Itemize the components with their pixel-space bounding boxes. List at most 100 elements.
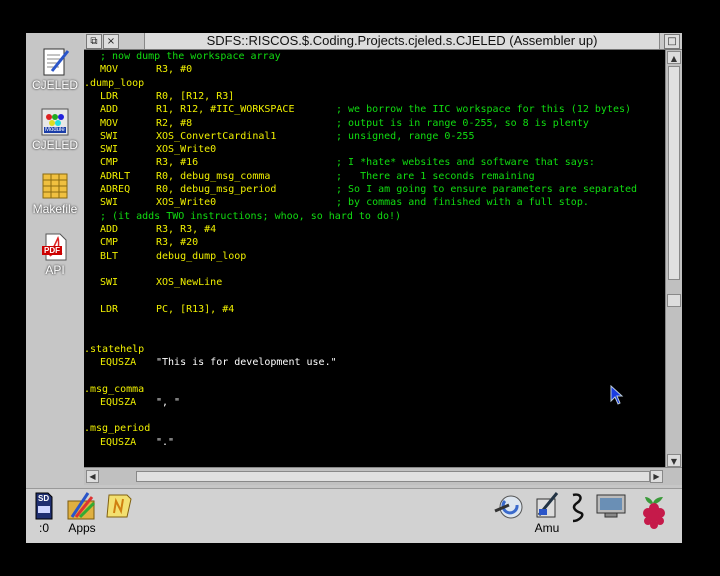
code-mnemonic: SWI [100,130,119,142]
code-line[interactable]: SWI XOS_ConvertCardinal1 ; unsigned, range… [84,130,664,143]
code-line[interactable]: SWI XOS_Write0 ; by commas and finished wi… [84,196,664,209]
iconbar-apps[interactable]: Apps [64,491,100,535]
zap-icon [567,491,589,525]
iconbar-label: Amu [534,521,560,535]
code-mnemonic: ADD [100,223,119,235]
code-editor-area[interactable]: ; now dump the workspace array MOV R3, #0.… [84,50,664,468]
code-line[interactable]: SWI XOS_Write0 [84,143,664,156]
code-line[interactable] [84,289,664,302]
code-mnemonic: CMP [100,157,119,169]
code-operands: R3, #0 [156,64,193,76]
code-comment: ; (it adds TWO instructions; whoo, so ha… [100,210,402,222]
code-line[interactable]: ADD R3, R3, #4 [84,223,664,236]
pdf-icon: PDF [40,232,70,262]
code-mnemonic: ADREQ [100,184,131,195]
code-line[interactable]: .msg_comma [84,383,664,396]
iconbar-sd-card[interactable]: SD :0 [32,491,56,535]
desktop-icon-makefile[interactable]: Makefile [26,171,84,216]
code-line[interactable]: ADREQ R0, debug_msg_period ; So I am going… [84,183,664,196]
code-mnemonic: CMP [100,237,119,249]
code-operands: R1, R12, #IIC_WORKSPACE [156,104,295,116]
vertical-scrollbar[interactable]: ▲ ▼ [665,50,682,468]
code-operands: R3, R3, #4 [156,223,217,235]
iconbar-raspberry-pi[interactable] [636,491,672,531]
code-line[interactable]: CMP R3, #20 [84,236,664,249]
iconbar-configure[interactable] [492,491,526,523]
scroll-left-icon[interactable]: ◀ [86,470,99,483]
configure-icon [493,491,525,523]
code-mnemonic: ADRLT [100,170,131,182]
close-icon[interactable]: × [103,34,119,49]
iconbar-amu[interactable]: Amu [530,491,564,535]
code-line[interactable]: MOV R2, #8 ; output is in range 0-255, so … [84,117,664,130]
edit-document-icon [40,47,70,77]
code-comment: ; by commas and finished with a full sto… [336,197,589,209]
horizontal-scroll-thumb[interactable] [136,471,650,482]
horizontal-scrollbar[interactable]: ◀ ▶ [84,467,682,485]
code-operands: R0, debug_msg_period [156,184,277,195]
code-line[interactable]: CMP R3, #16 ; I *hate* websites and softwa… [84,156,664,169]
code-line[interactable]: EQUSZA ", " [84,396,664,409]
code-line[interactable]: EQUSZA "This is for development use." [84,356,664,369]
code-line[interactable]: ; now dump the workspace array [84,50,664,63]
title-bar[interactable]: ⧉ × SDFS::RISCOS.$.Coding.Projects.cjele… [84,33,682,50]
code-mnemonic: EQUSZA [100,436,137,448]
code-line[interactable] [84,316,664,329]
window-title[interactable]: SDFS::RISCOS.$.Coding.Projects.cjeled.s.… [144,33,660,49]
code-line[interactable]: LDR R0, [R12, R3] [84,90,664,103]
code-operands: PC, [R13], #4 [156,303,235,315]
iconbar-label: :0 [38,521,49,535]
code-label: .dump_loop [84,77,145,89]
makefile-icon [40,171,70,201]
back-icon[interactable]: ⧉ [86,34,102,49]
desktop-icon-label: API [45,263,65,277]
code-line[interactable]: .dump_loop [84,77,664,90]
code-line[interactable] [84,329,664,342]
code-line[interactable]: LDR PC, [R13], #4 [84,303,664,316]
scroll-down-icon[interactable]: ▼ [667,454,681,467]
sd-badge: SD [38,494,50,503]
code-string: "." [156,436,175,448]
desktop-icon-cjeled-module[interactable]: Module CJELED [26,107,84,152]
code-mnemonic: MOV [100,117,119,129]
code-line[interactable]: .msg_period [84,422,664,435]
iconbar-display[interactable] [594,491,628,521]
code-label: .statehelp [84,343,145,355]
code-line[interactable]: ADRLT R0, debug_msg_comma ; There are 1 se… [84,170,664,183]
code-line[interactable] [84,409,664,422]
code-line[interactable]: EQUSZA "." [84,436,664,449]
code-mnemonic: ADD [100,104,119,116]
iconbar-zap[interactable] [566,491,590,525]
code-line[interactable]: MOV R3, #0 [84,63,664,76]
code-mnemonic: LDR [100,303,119,315]
iconbar-notepad[interactable] [104,491,134,521]
code-string: ", " [156,396,181,408]
code-line[interactable]: BLT debug_dump_loop [84,250,664,263]
vertical-scroll-thumb[interactable] [668,66,680,280]
code-line[interactable] [84,263,664,276]
toggle-size-icon[interactable]: □ [664,34,680,49]
code-operands: XOS_NewLine [156,277,223,289]
code-mnemonic: SWI [100,144,119,156]
scroll-up-icon[interactable]: ▲ [667,51,681,64]
code-mnemonic: LDR [100,90,119,102]
sd-card-icon: SD [33,491,55,521]
scroll-right-icon[interactable]: ▶ [650,470,663,483]
desktop-icon-api[interactable]: PDF API [26,232,84,277]
code-mnemonic: EQUSZA [100,356,137,368]
desktop-icon-cjeled-source[interactable]: CJELED [26,47,84,92]
scroll-size-handle[interactable] [667,294,681,307]
code-comment: ; There are 1 seconds remaining [336,170,535,182]
editor-window[interactable]: ⧉ × SDFS::RISCOS.$.Coding.Projects.cjele… [84,33,682,485]
code-operands: XOS_Write0 [156,197,217,209]
code-line[interactable] [84,369,664,382]
code-comment: ; now dump the workspace array [100,51,281,62]
code-operands: R3, #20 [156,237,199,249]
code-line[interactable]: ; (it adds TWO instructions; whoo, so ha… [84,210,664,223]
code-operands: XOS_ConvertCardinal1 [156,130,277,142]
code-line[interactable]: SWI XOS_NewLine [84,276,664,289]
code-line[interactable]: .statehelp [84,343,664,356]
code-line[interactable]: ADD R1, R12, #IIC_WORKSPACE ; we borrow th… [84,103,664,116]
module-icon: Module [40,107,70,137]
desktop: CJELED Module CJELED Makefile PDF API ⧉ … [26,33,682,543]
